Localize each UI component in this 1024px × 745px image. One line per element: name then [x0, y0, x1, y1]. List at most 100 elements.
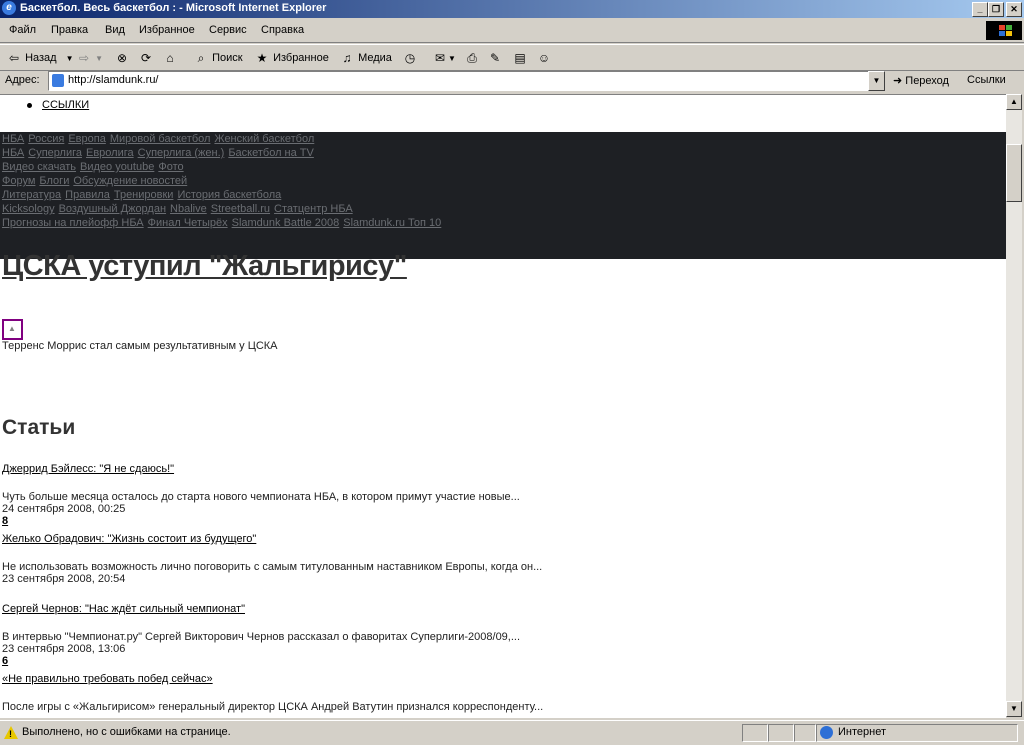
title-bar: e Баскетбол. Весь баскетбол : - Microsof… — [0, 0, 1024, 18]
media-icon: ♫ — [342, 51, 352, 66]
discuss-button[interactable]: ▤ — [512, 49, 528, 67]
back-dropdown-icon[interactable]: ▼ — [66, 54, 74, 63]
restore-button[interactable]: ❐ — [988, 2, 1004, 17]
nav-row-2: НБА Суперлига Евролига Суперлига (жен.) Баск… — [2, 147, 318, 159]
address-input[interactable]: http://slamdunk.ru/ — [48, 71, 870, 91]
nav-link[interactable]: Kicksology — [2, 203, 55, 215]
status-text: Выполнено, но с ошибками на странице. — [22, 726, 231, 738]
article-link[interactable]: «Не правильно требовать побед сейчас» — [2, 673, 902, 687]
menu-favorites[interactable]: Избранное — [139, 24, 195, 36]
menu-view[interactable]: Вид — [105, 24, 125, 36]
nav-link[interactable]: Россия — [28, 133, 64, 145]
headline-link[interactable]: ЦСКА уступил "Жальгирису" — [2, 250, 407, 283]
scroll-thumb[interactable] — [1006, 144, 1022, 202]
menu-edit[interactable]: Правка — [51, 24, 88, 36]
menu-tools[interactable]: Сервис — [209, 24, 247, 36]
forward-button[interactable]: ⇨ ▼ — [76, 49, 103, 67]
edit-button[interactable]: ✎ — [487, 49, 503, 67]
nav-link[interactable]: НБА — [2, 133, 24, 145]
nav-link[interactable]: Литература — [2, 189, 61, 201]
standard-toolbar: ⇦ Назад ▼ ⇨ ▼ ⊗ ⟳ ⌂ ⌕ Поиск ★ Избранное … — [0, 44, 1024, 71]
menu-file[interactable]: Файл — [9, 24, 36, 36]
nav-link[interactable]: Суперлига (жен.) — [138, 147, 225, 159]
media-label: Медиа — [358, 52, 392, 64]
back-label: Назад — [25, 52, 57, 64]
nav-link[interactable]: Тренировки — [114, 189, 174, 201]
edit-icon: ✎ — [489, 51, 501, 66]
page-icon — [52, 74, 64, 87]
messenger-button[interactable]: ☺ — [536, 49, 552, 67]
history-button[interactable]: ◷ — [402, 49, 418, 67]
warning-mark: ! — [9, 729, 12, 739]
broken-image-icon[interactable]: ▲ — [2, 319, 23, 340]
article-item: Желько Обрадович: "Жизнь состоит из буду… — [2, 533, 902, 599]
article-date: 23 сентября 2008, 13:06 — [2, 643, 126, 655]
refresh-button[interactable]: ⟳ — [138, 49, 154, 67]
windows-logo-icon — [986, 21, 1022, 40]
nav-link[interactable]: Обсуждение новостей — [73, 175, 187, 187]
article-link[interactable]: Джеррид Бэйлесс: "Я не сдаюсь!" — [2, 463, 902, 477]
scroll-down-icon[interactable]: ▼ — [1006, 701, 1022, 717]
scroll-up-icon[interactable]: ▲ — [1006, 94, 1022, 110]
favorites-label: Избранное — [273, 52, 329, 64]
article-link[interactable]: Сергей Чернов: "Нас ждёт сильный чемпион… — [2, 603, 902, 617]
favorites-button[interactable]: ★ Избранное — [254, 49, 329, 67]
mail-icon: ✉ — [434, 51, 446, 66]
minimize-button[interactable]: _ — [972, 2, 988, 17]
nav-row-4: Форум Блоги Обсуждение новостей — [2, 175, 191, 187]
forward-dropdown-icon[interactable]: ▼ — [95, 54, 103, 63]
nav-link[interactable]: Баскетбол на TV — [228, 147, 314, 159]
nav-link[interactable]: Финал Четырёх — [148, 217, 228, 229]
nav-link[interactable]: Slamdunk.ru Топ 10 — [343, 217, 441, 229]
address-dropdown-icon[interactable]: ▼ — [868, 71, 885, 91]
nav-link[interactable]: Видео скачать — [2, 161, 76, 173]
nav-link[interactable]: Европа — [68, 133, 106, 145]
status-bar: ! Выполнено, но с ошибками на странице. … — [0, 720, 1024, 745]
nav-link[interactable]: Streetball.ru — [211, 203, 270, 215]
nav-link[interactable]: Slamdunk Battle 2008 — [232, 217, 340, 229]
article-item: «Не правильно требовать побед сейчас» По… — [2, 673, 902, 713]
search-button[interactable]: ⌕ Поиск — [193, 49, 243, 67]
home-button[interactable]: ⌂ — [162, 49, 178, 67]
nav-row-1: НБА Россия Европа Мировой баскетбол Женский … — [2, 133, 318, 145]
nav-link[interactable]: НБА — [2, 147, 24, 159]
menu-help[interactable]: Справка — [261, 24, 304, 36]
nav-link[interactable]: Статцентр НБА — [274, 203, 353, 215]
article-item: Сергей Чернов: "Нас ждёт сильный чемпион… — [2, 603, 902, 669]
go-arrow-icon: ➜ — [893, 75, 903, 87]
stop-button[interactable]: ⊗ — [114, 49, 130, 67]
media-button[interactable]: ♫ Медиа — [339, 49, 392, 67]
nav-link[interactable]: История баскетбола — [177, 189, 281, 201]
nav-link[interactable]: Форум — [2, 175, 35, 187]
nav-link[interactable]: Видео youtube — [80, 161, 154, 173]
window-title: Баскетбол. Весь баскетбол : - Microsoft … — [20, 2, 327, 14]
links-button[interactable]: Ссылки — [967, 74, 1006, 86]
article-link[interactable]: Желько Обрадович: "Жизнь состоит из буду… — [2, 533, 902, 547]
status-panel — [742, 724, 768, 742]
top-link-list: ССЫЛКИ — [42, 99, 89, 111]
comment-count-link[interactable]: 6 — [2, 655, 902, 669]
nav-link[interactable]: Мировой баскетбол — [110, 133, 211, 145]
vertical-scrollbar[interactable]: ▲ ▼ — [1006, 94, 1022, 717]
close-button[interactable]: ✕ — [1006, 2, 1022, 17]
nav-link[interactable]: Nbalive — [170, 203, 207, 215]
article-description: Не использовать возможность лично погово… — [2, 561, 543, 573]
nav-link[interactable]: Евролига — [86, 147, 134, 159]
nav-link[interactable]: Прогнозы на плейофф НБА — [2, 217, 144, 229]
article-item: Джеррид Бэйлесс: "Я не сдаюсь!" Чуть бол… — [2, 463, 902, 529]
nav-link[interactable]: Воздушный Джордан — [59, 203, 166, 215]
back-button[interactable]: ⇦ Назад ▼ — [6, 49, 74, 67]
comment-count-link[interactable] — [2, 585, 902, 599]
nav-link[interactable]: Женский баскетбол — [214, 133, 314, 145]
forward-arrow-icon: ⇨ — [78, 51, 90, 66]
stop-icon: ⊗ — [116, 51, 128, 66]
nav-link[interactable]: Суперлига — [28, 147, 82, 159]
nav-link[interactable]: Фото — [158, 161, 183, 173]
mail-button[interactable]: ✉ ▼ — [432, 49, 456, 67]
links-link[interactable]: ССЫЛКИ — [42, 99, 89, 111]
print-button[interactable]: ⎙ — [464, 49, 480, 67]
nav-link[interactable]: Блоги — [39, 175, 69, 187]
nav-link[interactable]: Правила — [65, 189, 110, 201]
comment-count-link[interactable]: 8 — [2, 515, 902, 529]
go-button[interactable]: ➜ Переход — [893, 74, 949, 87]
